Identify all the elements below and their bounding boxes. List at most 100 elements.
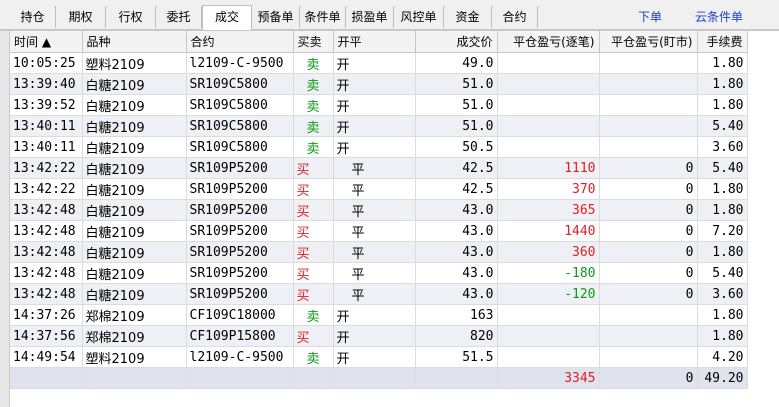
- cell-fee: 5.40: [697, 262, 748, 284]
- cloud-conditional-order-link[interactable]: 云条件单: [688, 6, 750, 28]
- cell-fee: 1.80: [697, 73, 748, 95]
- cell-open-close: 开: [333, 304, 416, 326]
- cell-pnl-mkt: [599, 52, 698, 74]
- place-order-link[interactable]: 下单: [628, 6, 672, 28]
- cell-side: 卖: [293, 304, 334, 326]
- cell-time: 13:42:48: [10, 241, 83, 263]
- table-row[interactable]: 13:40:11 白糖2109 SR109C5800 卖开 50.5 3.60: [10, 136, 748, 158]
- tab-conditional-orders[interactable]: 条件单: [300, 6, 346, 28]
- cell-price: 42.5: [415, 178, 498, 200]
- cell-open-close: 平: [333, 241, 416, 263]
- cell-variety: 白糖2109: [82, 73, 187, 95]
- tab-trades[interactable]: 成交: [202, 5, 252, 30]
- table-row[interactable]: 13:42:48 白糖2109 SR109P5200 买平 43.0 365 0 1.80: [10, 199, 748, 221]
- row-header-gutter: [0, 31, 10, 407]
- tab-options[interactable]: 期权: [56, 6, 106, 28]
- tab-orders[interactable]: 委托: [156, 6, 202, 28]
- cell-contract: SR109P5200: [186, 220, 294, 242]
- cell-time: 14:37:26: [10, 304, 83, 326]
- cell-price: 50.5: [415, 136, 498, 158]
- cell-price: 43.0: [415, 262, 498, 284]
- cell-fee: 3.60: [697, 136, 748, 158]
- total-pnl-mkt: 0: [599, 367, 698, 389]
- table-row[interactable]: 13:42:22 白糖2109 SR109P5200 买平 42.5 370 0 1.80: [10, 178, 748, 200]
- cell-open-close: 平: [333, 157, 416, 179]
- cell-time: 13:42:48: [10, 220, 83, 242]
- cell-side: 卖: [293, 94, 334, 116]
- cell-price: 43.0: [415, 283, 498, 305]
- cell-empty: [293, 367, 334, 389]
- col-header-time[interactable]: 时间 ▲: [10, 31, 83, 53]
- cell-pnl-trade: [497, 136, 600, 158]
- cell-contract: SR109C5800: [186, 94, 294, 116]
- cell-side: 卖: [293, 115, 334, 137]
- col-header-side[interactable]: 买卖: [293, 31, 334, 53]
- table-row[interactable]: 14:49:54 塑料2109 l2109-C-9500 卖开 51.5 4.20: [10, 346, 748, 368]
- table-row[interactable]: 13:42:48 白糖2109 SR109P5200 买平 43.0 360 0 1.80: [10, 241, 748, 263]
- cell-pnl-mkt: 0: [599, 178, 698, 200]
- cell-contract: SR109C5800: [186, 136, 294, 158]
- cell-variety: 白糖2109: [82, 262, 187, 284]
- cell-variety: 塑料2109: [82, 52, 187, 74]
- cell-contract: CF109P15800: [186, 325, 294, 347]
- cell-price: 43.0: [415, 241, 498, 263]
- cell-fee: 1.80: [697, 178, 748, 200]
- cell-price: 51.0: [415, 115, 498, 137]
- table-row[interactable]: 13:39:52 白糖2109 SR109C5800 卖开 51.0 1.80: [10, 94, 748, 116]
- cell-side: 买: [293, 325, 334, 347]
- tab-contracts[interactable]: 合约: [492, 6, 538, 28]
- col-header-variety[interactable]: 品种: [82, 31, 187, 53]
- cell-time: 13:40:11: [10, 115, 83, 137]
- cell-open-close: 平: [333, 283, 416, 305]
- cell-variety: 白糖2109: [82, 115, 187, 137]
- totals-row: 3345 0 49.20: [10, 367, 748, 389]
- tab-funds[interactable]: 资金: [444, 6, 492, 28]
- cell-empty: [333, 367, 416, 389]
- cell-variety: 郑棉2109: [82, 304, 187, 326]
- table-header-row: 时间 ▲ 品种 合约 买卖 开平 成交价 平仓盈亏(逐笔) 平仓盈亏(盯市) 手…: [10, 31, 748, 53]
- cell-price: 51.0: [415, 94, 498, 116]
- col-header-fee[interactable]: 手续费: [697, 31, 748, 53]
- cell-time: 14:37:56: [10, 325, 83, 347]
- col-header-pnl-mkt[interactable]: 平仓盈亏(盯市): [599, 31, 698, 53]
- cell-fee: 1.80: [697, 94, 748, 116]
- cell-pnl-mkt: 0: [599, 283, 698, 305]
- col-header-open-close[interactable]: 开平: [333, 31, 416, 53]
- table-row[interactable]: 13:40:11 白糖2109 SR109C5800 卖开 51.0 5.40: [10, 115, 748, 137]
- cell-open-close: 平: [333, 199, 416, 221]
- cell-pnl-trade: -120: [497, 283, 600, 305]
- tab-prepared-orders[interactable]: 预备单: [252, 6, 300, 28]
- table-row[interactable]: 14:37:26 郑棉2109 CF109C18000 卖开 163 1.80: [10, 304, 748, 326]
- col-header-pnl-trade[interactable]: 平仓盈亏(逐笔): [497, 31, 600, 53]
- tab-exercise[interactable]: 行权: [106, 6, 156, 28]
- cell-price: 51.5: [415, 346, 498, 368]
- tab-positions[interactable]: 持仓: [10, 6, 56, 28]
- cell-contract: SR109P5200: [186, 199, 294, 221]
- table-row[interactable]: 13:42:48 白糖2109 SR109P5200 买平 43.0 -180 0 5.40: [10, 262, 748, 284]
- cell-empty: [415, 367, 498, 389]
- table-row[interactable]: 13:39:40 白糖2109 SR109C5800 卖开 51.0 1.80: [10, 73, 748, 95]
- cell-pnl-mkt: [599, 346, 698, 368]
- table-row[interactable]: 13:42:22 白糖2109 SR109P5200 买平 42.5 1110 0 5.40: [10, 157, 748, 179]
- cell-price: 51.0: [415, 73, 498, 95]
- tab-stop-orders[interactable]: 损盈单: [346, 6, 394, 28]
- col-header-price[interactable]: 成交价: [415, 31, 498, 53]
- tab-risk-orders[interactable]: 风控单: [394, 6, 444, 28]
- cell-fee: 1.80: [697, 304, 748, 326]
- col-header-contract[interactable]: 合约: [186, 31, 294, 53]
- cell-empty: [82, 367, 187, 389]
- cell-contract: SR109C5800: [186, 73, 294, 95]
- cell-pnl-mkt: [599, 115, 698, 137]
- cell-price: 43.0: [415, 220, 498, 242]
- cell-open-close: 开: [333, 325, 416, 347]
- table-row[interactable]: 10:05:25 塑料2109 l2109-C-9500 卖开 49.0 1.80: [10, 52, 748, 74]
- cell-open-close: 平: [333, 220, 416, 242]
- table-row[interactable]: 13:42:48 白糖2109 SR109P5200 买平 43.0 1440 0 7.20: [10, 220, 748, 242]
- cell-variety: 白糖2109: [82, 178, 187, 200]
- table-row[interactable]: 14:37:56 郑棉2109 CF109P15800 买开 820 1.80: [10, 325, 748, 347]
- cell-pnl-mkt: [599, 73, 698, 95]
- cell-variety: 白糖2109: [82, 199, 187, 221]
- cell-time: 13:42:22: [10, 178, 83, 200]
- cell-side: 买: [293, 283, 334, 305]
- table-row[interactable]: 13:42:48 白糖2109 SR109P5200 买平 43.0 -120 0 3.60: [10, 283, 748, 305]
